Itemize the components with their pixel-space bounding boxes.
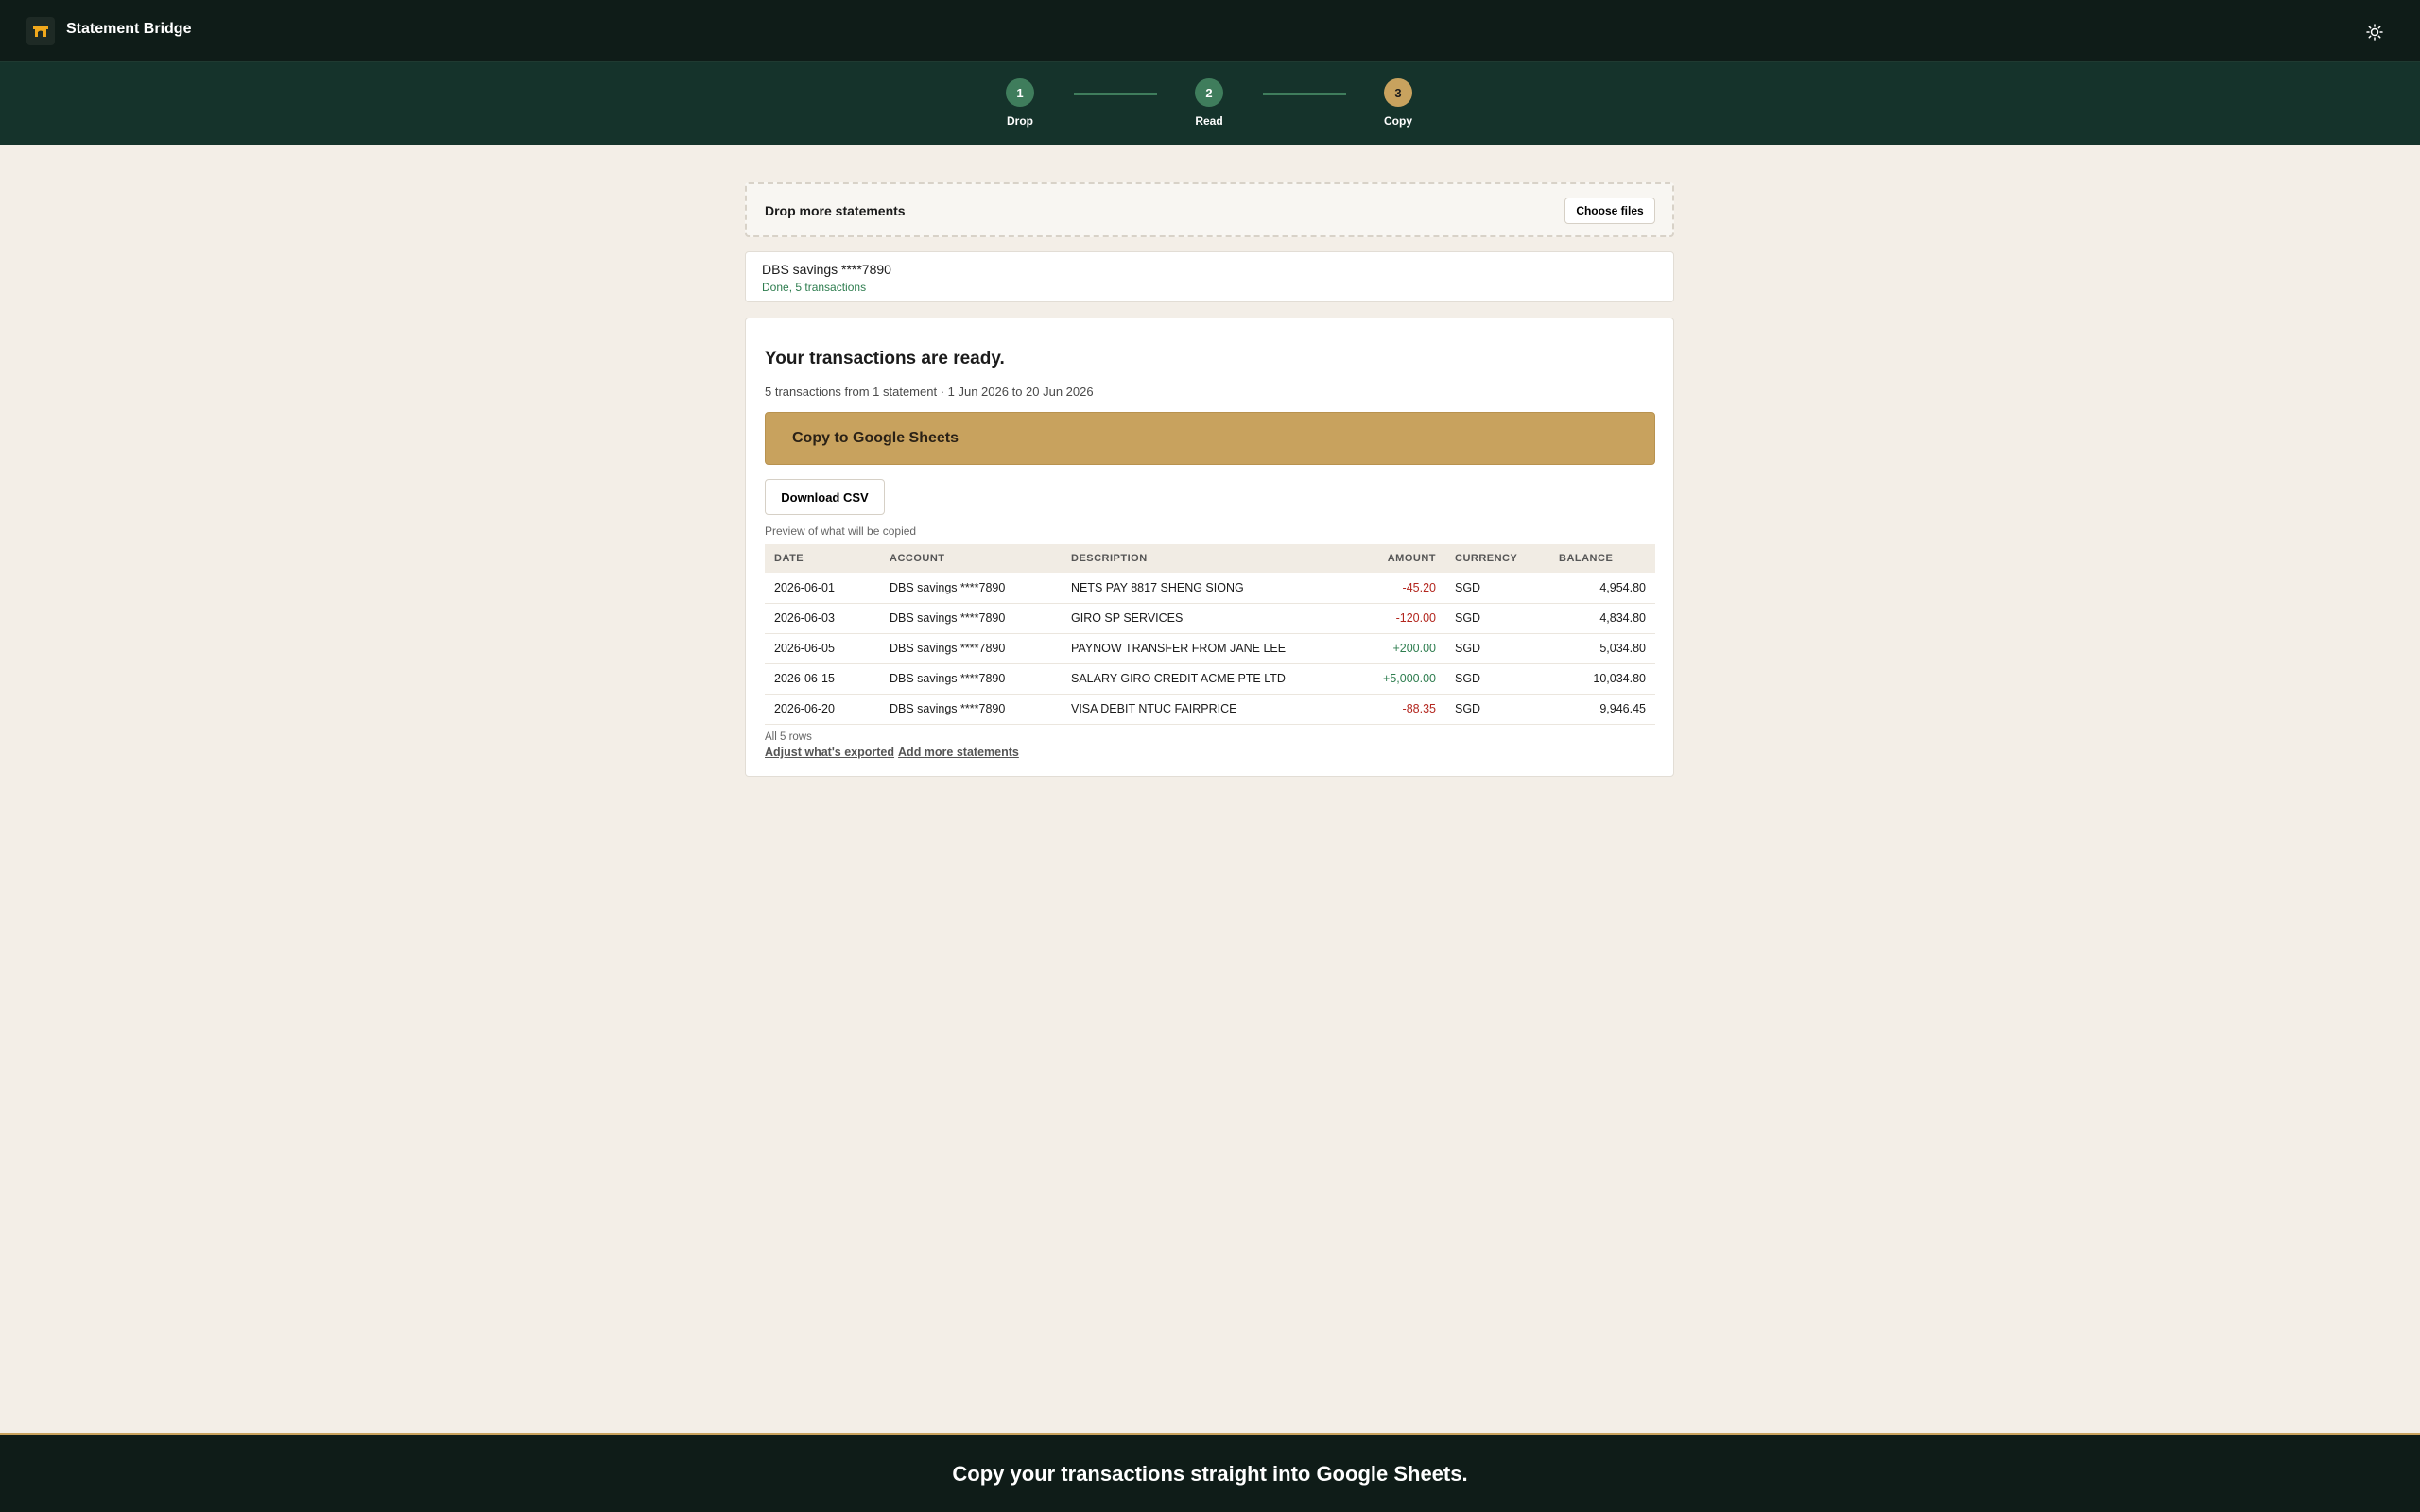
column-header-amount: AMOUNT <box>1387 553 1436 564</box>
cell-date: 2026-06-03 <box>765 603 880 634</box>
step-read: 2 Read <box>1181 78 1237 128</box>
cell-balance: 9,946.45 <box>1549 694 1655 725</box>
transactions-preview-table: DATE ACCOUNT DESCRIPTION AMOUNT CURRENCY… <box>765 544 1655 725</box>
step-number: 1 <box>1006 78 1034 107</box>
cell-account: DBS savings ****7890 <box>880 694 1062 725</box>
cell-amount: -45.20 <box>1330 573 1445 604</box>
footer-banner: Copy your transactions straight into Goo… <box>0 1433 2420 1512</box>
cell-description: NETS PAY 8817 SHENG SIONG <box>1062 573 1330 604</box>
row-count: All 5 rows <box>765 731 812 743</box>
cell-balance: 4,834.80 <box>1549 603 1655 634</box>
bridge-logo-icon <box>26 17 55 45</box>
cell-date: 2026-06-01 <box>765 573 880 604</box>
cell-amount: +5,000.00 <box>1330 663 1445 695</box>
table-header-row: DATE ACCOUNT DESCRIPTION AMOUNT CURRENCY… <box>765 544 1655 573</box>
cell-currency: SGD <box>1445 694 1549 725</box>
cell-date: 2026-06-15 <box>765 663 880 695</box>
step-connector <box>1074 93 1157 95</box>
cell-currency: SGD <box>1445 603 1549 634</box>
choose-files-button[interactable]: Choose files <box>1564 198 1655 224</box>
cell-balance: 10,034.80 <box>1549 663 1655 695</box>
column-header-account: ACCOUNT <box>890 553 945 564</box>
cell-account: DBS savings ****7890 <box>880 663 1062 695</box>
results-links: Adjust what's exported Add more statement… <box>765 746 1023 759</box>
file-drop-zone[interactable]: Drop more statements Choose files <box>745 182 1674 237</box>
adjust-export-link[interactable]: Adjust what's exported <box>765 746 894 759</box>
sun-icon[interactable] <box>2361 19 2388 45</box>
statement-card: DBS savings ****7890 Done, 5 transaction… <box>745 251 1674 302</box>
preview-label: Preview of what will be copied <box>765 524 917 538</box>
statement-name: DBS savings ****7890 <box>762 262 891 277</box>
column-header-date: DATE <box>774 553 804 564</box>
step-connector <box>1263 93 1346 95</box>
add-statements-link[interactable]: Add more statements <box>898 746 1019 759</box>
cell-balance: 4,954.80 <box>1549 573 1655 604</box>
column-header-currency: CURRENCY <box>1455 553 1518 564</box>
results-summary: 5 transactions from 1 statement · 1 Jun … <box>765 385 1094 399</box>
cell-currency: SGD <box>1445 663 1549 695</box>
cell-date: 2026-06-20 <box>765 694 880 725</box>
cell-description: GIRO SP SERVICES <box>1062 603 1330 634</box>
progress-stepper: 1 Drop 2 Read 3 Copy <box>0 62 2420 145</box>
table-row: 2026-06-05 DBS savings ****7890 PAYNOW T… <box>765 633 1655 664</box>
cell-currency: SGD <box>1445 573 1549 604</box>
table-row: 2026-06-01 DBS savings ****7890 NETS PAY… <box>765 573 1655 604</box>
table-row: 2026-06-15 DBS savings ****7890 SALARY G… <box>765 663 1655 695</box>
statement-status: Done, 5 transactions <box>762 281 867 294</box>
cell-currency: SGD <box>1445 633 1549 664</box>
cell-amount: -120.00 <box>1330 603 1445 634</box>
top-bar: Statement Bridge <box>0 0 2420 62</box>
step-label: Drop <box>1007 114 1033 128</box>
step-drop: 1 Drop <box>992 78 1048 128</box>
results-card: Your transactions are ready. 5 transacti… <box>745 318 1674 777</box>
step-label: Read <box>1195 114 1223 128</box>
cell-amount: +200.00 <box>1330 633 1445 664</box>
dropzone-title: Drop more statements <box>765 203 906 218</box>
step-copy: 3 Copy <box>1370 78 1426 128</box>
download-csv-button[interactable]: Download CSV <box>765 479 885 515</box>
copy-to-sheets-button[interactable]: Copy to Google Sheets <box>765 412 1655 465</box>
cell-description: PAYNOW TRANSFER FROM JANE LEE <box>1062 633 1330 664</box>
cell-date: 2026-06-05 <box>765 633 880 664</box>
app-title: Statement Bridge <box>66 21 192 37</box>
cell-account: DBS savings ****7890 <box>880 633 1062 664</box>
table-row: 2026-06-20 DBS savings ****7890 VISA DEB… <box>765 694 1655 725</box>
step-number: 3 <box>1384 78 1412 107</box>
step-number: 2 <box>1195 78 1223 107</box>
column-header-description: DESCRIPTION <box>1071 553 1148 564</box>
footer-text: Copy your transactions straight into Goo… <box>952 1461 1468 1486</box>
cell-description: VISA DEBIT NTUC FAIRPRICE <box>1062 694 1330 725</box>
cell-description: SALARY GIRO CREDIT ACME PTE LTD <box>1062 663 1330 695</box>
cell-balance: 5,034.80 <box>1549 633 1655 664</box>
cell-amount: -88.35 <box>1330 694 1445 725</box>
step-label: Copy <box>1384 114 1412 128</box>
results-heading: Your transactions are ready. <box>765 349 1005 369</box>
table-row: 2026-06-03 DBS savings ****7890 GIRO SP … <box>765 603 1655 634</box>
cell-account: DBS savings ****7890 <box>880 573 1062 604</box>
cell-account: DBS savings ****7890 <box>880 603 1062 634</box>
column-header-balance: BALANCE <box>1559 553 1614 564</box>
